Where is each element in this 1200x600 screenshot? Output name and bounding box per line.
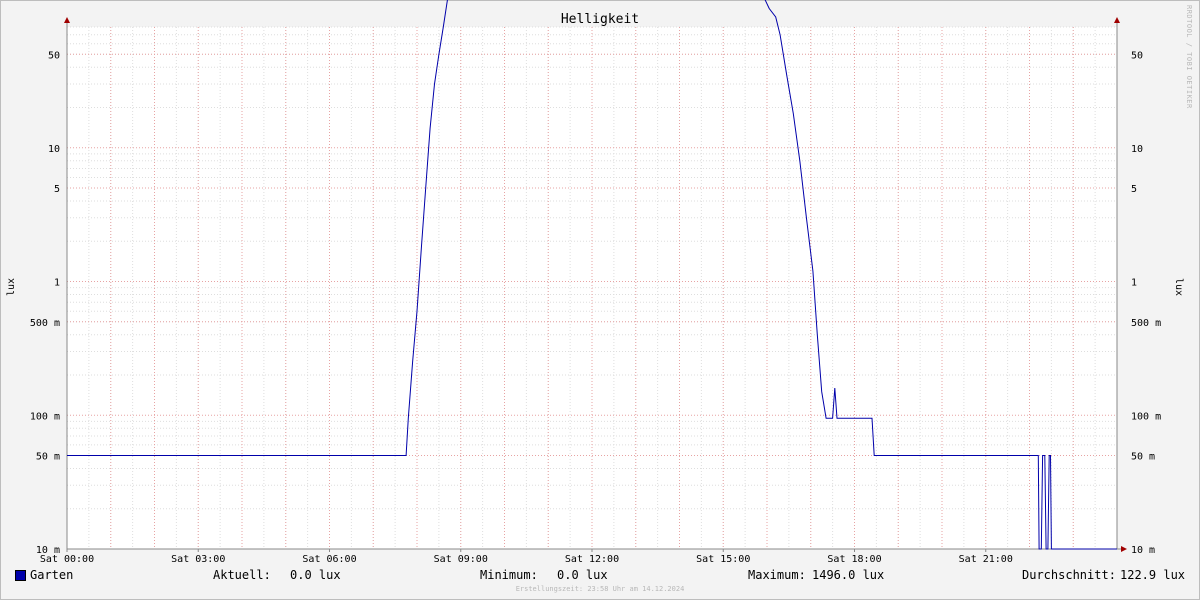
chart: Helligkeit lux lux 10 m 10 m50 m 50 m100 m… xyxy=(6,0,1184,565)
y-tick-label-right: 1 xyxy=(1131,278,1137,289)
chart-title: Helligkeit xyxy=(561,12,639,27)
x-tick-label: Sat 18:00 xyxy=(827,554,881,565)
y-tick-label-right: 50 m xyxy=(1131,452,1155,463)
y-tick-label-left: 500 m xyxy=(30,318,60,329)
y-tick-label-left: 50 m xyxy=(36,452,60,463)
y-tick-label-left: 5 xyxy=(54,184,60,195)
y-tick-label-right: 5 xyxy=(1131,184,1137,195)
x-tick-label: Sat 00:00 xyxy=(40,554,94,565)
rrdtool-watermark: RRDTOOL / TOBI OETIKER xyxy=(1185,5,1193,109)
legend-maximum-label: Maximum: xyxy=(748,568,806,582)
y-tick-label-left: 1 xyxy=(54,278,60,289)
y-tick-label-left: 50 xyxy=(48,50,60,61)
y-tick-label-right: 500 m xyxy=(1131,318,1161,329)
legend-minimum-label: Minimum: xyxy=(480,568,538,582)
y-tick-label-right: 10 m xyxy=(1131,545,1155,556)
legend-swatch-garten xyxy=(15,570,26,581)
x-axis-arrow xyxy=(1121,546,1127,552)
x-tick-label: Sat 09:00 xyxy=(434,554,488,565)
legend-series-label: Garten xyxy=(30,568,74,582)
legend-maximum-value: 1496.0 lux xyxy=(812,568,885,582)
y-tick-label-left: 10 xyxy=(48,144,60,155)
y-axis-arrow-left xyxy=(64,17,70,23)
x-tick-label: Sat 03:00 xyxy=(171,554,225,565)
y-axis-label-left: lux xyxy=(6,278,17,296)
x-tick-label: Sat 15:00 xyxy=(696,554,750,565)
y-tick-label-right: 100 m xyxy=(1131,411,1161,422)
y-axis-label-right: lux xyxy=(1173,278,1184,296)
legend-average-value: 122.9 lux xyxy=(1120,568,1186,582)
legend-current-label: Aktuell: xyxy=(213,568,271,582)
legend-current-value: 0.0 lux xyxy=(290,568,341,582)
y-tick-label-right: 50 xyxy=(1131,50,1143,61)
x-tick-label: Sat 21:00 xyxy=(959,554,1013,565)
y-axis-arrow-right xyxy=(1114,17,1120,23)
y-tick-label-right: 10 xyxy=(1131,144,1143,155)
x-tick-label: Sat 12:00 xyxy=(565,554,619,565)
legend-average-label: Durchschnitt: xyxy=(1022,568,1116,582)
creation-time-text: Erstellungszeit: 23:58 Uhr am 14.12.2024 xyxy=(515,585,685,593)
y-tick-label-left: 100 m xyxy=(30,411,60,422)
legend-minimum-value: 0.0 lux xyxy=(557,568,608,582)
x-tick-label: Sat 06:00 xyxy=(302,554,356,565)
